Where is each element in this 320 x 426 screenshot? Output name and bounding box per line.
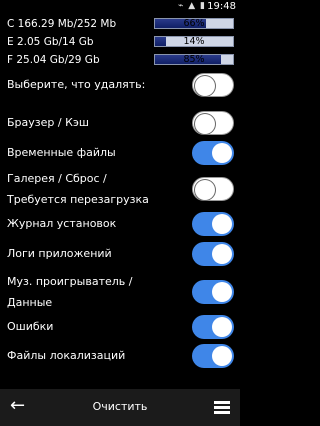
option-label-line2: Данные — [7, 296, 53, 309]
option-row-app-logs: Логи приложений — [0, 242, 240, 272]
storage-usage-bar: 14% — [154, 36, 234, 47]
storage-percent: 85% — [183, 54, 205, 65]
toggle-knob — [212, 244, 232, 264]
option-row-install-log: Журнал установок — [0, 212, 240, 242]
option-row-music-player: Муз. проигрыватель / Данные — [0, 270, 240, 314]
option-row-errors: Ошибки — [0, 315, 240, 345]
browser-cache-toggle[interactable] — [192, 111, 234, 135]
option-row-temp-files: Временные файлы — [0, 138, 240, 168]
toggle-knob — [212, 346, 232, 366]
option-label: Муз. проигрыватель / — [7, 275, 133, 288]
option-label: Ошибки — [7, 320, 54, 333]
toggle-knob — [212, 143, 232, 163]
gallery-reset-toggle[interactable] — [192, 177, 234, 201]
status-time: 19:48 — [207, 1, 236, 12]
install-log-toggle[interactable] — [192, 212, 234, 236]
toggle-knob — [195, 76, 215, 96]
errors-toggle[interactable] — [192, 315, 234, 339]
storage-row-c: C 166.29 Mb/252 Mb 66% — [0, 15, 240, 33]
toggle-knob — [212, 317, 232, 337]
toggle-knob — [195, 114, 215, 134]
localization-files-toggle[interactable] — [192, 344, 234, 368]
option-row-localization-files: Файлы локализаций — [0, 344, 240, 374]
toggle-knob — [195, 180, 215, 200]
status-bar: ⌁ ▲ ▮ 19:48 — [0, 0, 240, 13]
option-label: Файлы локализаций — [7, 349, 126, 362]
storage-usage-bar: 66% — [154, 18, 234, 29]
option-row-select-all: Выберите, что удалять: — [0, 70, 240, 100]
toggle-knob — [212, 214, 232, 234]
music-player-toggle[interactable] — [192, 280, 234, 304]
option-label: Журнал установок — [7, 217, 117, 230]
app-logs-toggle[interactable] — [192, 242, 234, 266]
option-label-line2: Требуется перезагрузка — [7, 193, 149, 206]
clear-button[interactable]: Очистить — [0, 400, 240, 413]
temp-files-toggle[interactable] — [192, 141, 234, 165]
bottom-toolbar: ← Очистить — [0, 389, 240, 426]
status-icons: ⌁ ▲ ▮ — [177, 1, 206, 11]
select-all-toggle[interactable] — [192, 73, 234, 97]
storage-row-e: E 2.05 Gb/14 Gb 14% — [0, 33, 240, 51]
option-label: Временные файлы — [7, 146, 116, 159]
storage-percent: 66% — [183, 18, 205, 29]
menu-icon[interactable] — [214, 401, 230, 415]
option-label: Выберите, что удалять: — [7, 78, 146, 91]
storage-row-f: F 25.04 Gb/29 Gb 85% — [0, 51, 240, 69]
option-label: Браузер / Кэш — [7, 116, 89, 129]
storage-label: C 166.29 Mb/252 Mb — [7, 18, 117, 30]
storage-label: E 2.05 Gb/14 Gb — [7, 36, 94, 48]
option-row-browser-cache: Браузер / Кэш — [0, 108, 240, 138]
option-label: Галерея / Сброс / — [7, 172, 107, 185]
storage-usage-bar: 85% — [154, 54, 234, 65]
storage-label: F 25.04 Gb/29 Gb — [7, 54, 100, 66]
toggle-knob — [212, 282, 232, 302]
storage-percent: 14% — [183, 36, 205, 47]
option-label: Логи приложений — [7, 247, 112, 260]
option-row-gallery-reset: Галерея / Сброс / Требуется перезагрузка — [0, 167, 240, 211]
